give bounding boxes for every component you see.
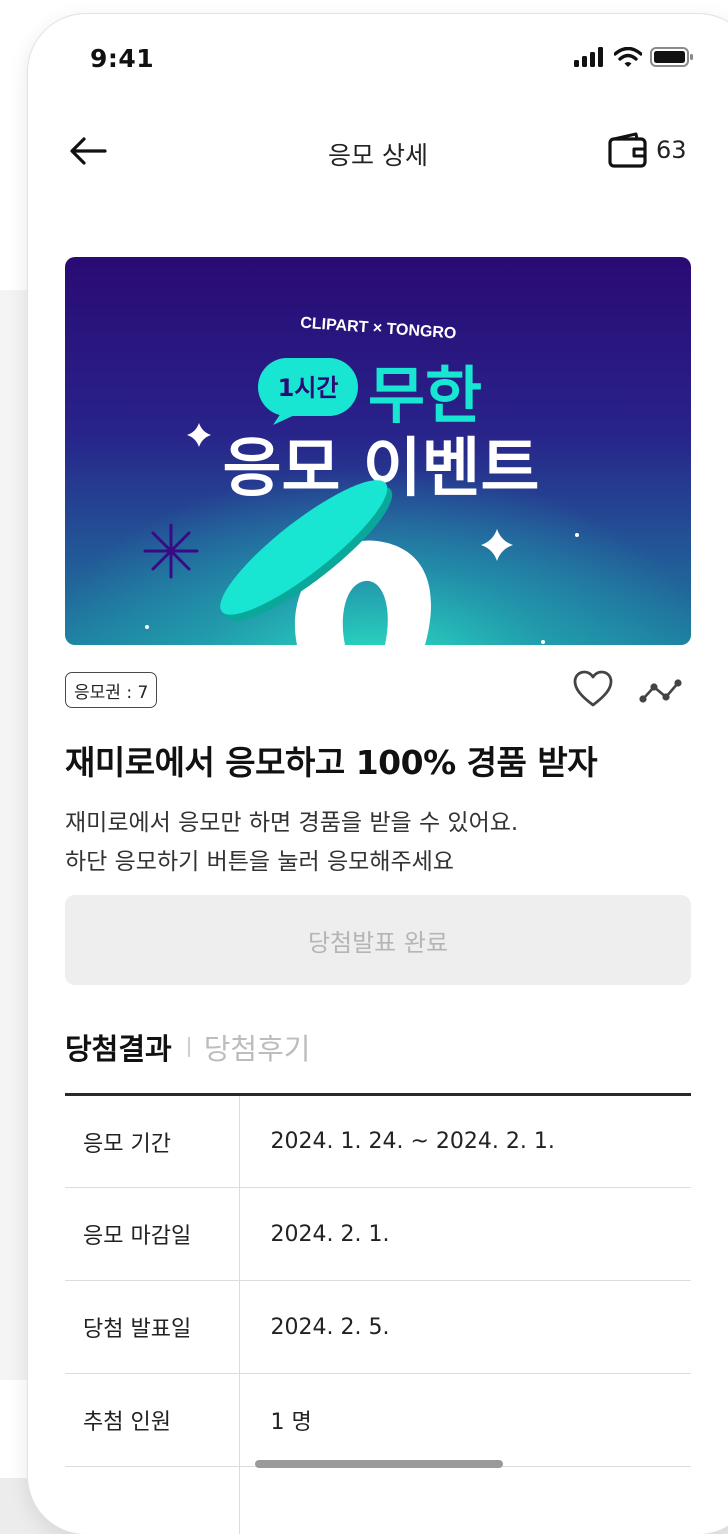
row-label xyxy=(65,1467,239,1534)
banner-art: CLIPART × TONGRO 1시간 무한 응모 이벤트 xyxy=(65,257,691,645)
sparkle-dot xyxy=(575,533,579,537)
result-tabs: 당첨결과 당첨후기 xyxy=(65,1026,310,1068)
row-value: 1 명 xyxy=(239,1374,691,1467)
status-icons xyxy=(574,46,694,68)
banner-headline-1: 무한 xyxy=(368,359,482,432)
heart-icon xyxy=(572,669,614,709)
table-row: 응모 마감일 2024. 2. 1. xyxy=(65,1188,691,1281)
asterisk-decoration xyxy=(145,525,197,577)
table-row: 응모 기간 2024. 1. 24. ~ 2024. 2. 1. xyxy=(65,1095,691,1188)
tab-divider xyxy=(188,1037,190,1057)
event-banner[interactable]: CLIPART × TONGRO 1시간 무한 응모 이벤트 xyxy=(65,257,691,645)
row-label: 응모 기간 xyxy=(65,1095,239,1188)
event-description-line-1: 재미로에서 응모만 하면 경품을 받을 수 있어요. xyxy=(65,804,518,843)
table-row xyxy=(65,1467,691,1534)
row-label: 추첨 인원 xyxy=(65,1374,239,1467)
like-button[interactable] xyxy=(572,669,614,709)
app-header: 응모 상세 63 xyxy=(28,114,728,188)
sparkle-dot xyxy=(541,640,545,644)
home-indicator[interactable] xyxy=(255,1460,503,1468)
signal-icon xyxy=(574,47,606,67)
banner-pill-text: 1시간 xyxy=(278,374,339,402)
row-value: 2024. 2. 5. xyxy=(239,1281,691,1374)
battery-icon xyxy=(650,46,694,68)
event-description: 재미로에서 응모만 하면 경품을 받을 수 있어요. 하단 응모하기 버튼을 눌… xyxy=(65,804,518,882)
row-value: 2024. 2. 1. xyxy=(239,1188,691,1281)
row-label: 응모 마감일 xyxy=(65,1188,239,1281)
tab-winner-reviews[interactable]: 당첨후기 xyxy=(204,1026,311,1068)
share-button[interactable] xyxy=(638,672,686,708)
wallet-button[interactable]: 63 xyxy=(608,132,687,168)
row-value: 2024. 1. 24. ~ 2024. 2. 1. xyxy=(239,1095,691,1188)
event-description-line-2: 하단 응모하기 버튼을 눌러 응모해주세요 xyxy=(65,843,518,882)
wallet-count: 63 xyxy=(656,136,687,164)
table-row: 추첨 인원 1 명 xyxy=(65,1374,691,1467)
row-label: 당첨 발표일 xyxy=(65,1281,239,1374)
wifi-icon xyxy=(614,47,642,67)
sparkle-dot xyxy=(145,625,149,629)
row-value xyxy=(239,1467,691,1534)
announcement-complete-button[interactable]: 당첨발표 완료 xyxy=(65,895,691,985)
share-icon xyxy=(638,672,686,708)
status-time: 9:41 xyxy=(90,44,154,73)
table-row: 당첨 발표일 2024. 2. 5. xyxy=(65,1281,691,1374)
tab-winning-results[interactable]: 당첨결과 xyxy=(65,1026,172,1068)
phone-screen: 9:41 응모 상세 xyxy=(28,14,728,1534)
wallet-icon xyxy=(608,132,648,168)
ticket-badge: 응모권 : 7 xyxy=(65,672,157,708)
event-title: 재미로에서 응모하고 100% 경품 받자 xyxy=(65,736,597,784)
